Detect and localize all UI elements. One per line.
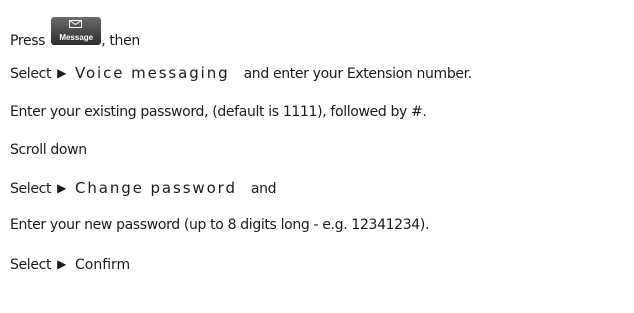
step-instruction-text: Scroll down (10, 142, 87, 158)
menu-item-change-password: Change password (74, 179, 237, 197)
menu-item-confirm: Confirm (74, 257, 131, 273)
step-instruction-text: Enter your existing password, (default i… (10, 104, 427, 120)
step-enter-existing-password: Enter your existing password, (default i… (10, 102, 427, 122)
then-text: , then (101, 33, 140, 49)
arrow-icon: ▶ (57, 181, 66, 195)
select-text: Select (10, 257, 52, 273)
step-select-confirm: Select ▶ Confirm (10, 254, 130, 275)
press-text: Press (10, 33, 46, 49)
arrow-icon: ▶ (57, 66, 66, 80)
step-select-change-password: Select ▶ Change password and (10, 178, 277, 199)
message-key-button: Message (51, 17, 102, 45)
step-press-message: Press Message , then (10, 17, 140, 51)
menu-item-voice-messaging: Voice messaging (74, 64, 230, 82)
arrow-icon: ▶ (57, 257, 66, 271)
step-select-voice-messaging: Select ▶ Voice messaging and enter your Ext… (10, 63, 472, 84)
step-scroll-down: Scroll down (10, 140, 87, 160)
envelope-icon (69, 20, 83, 28)
step-instruction-text: and (250, 181, 277, 197)
step-enter-new-password: Enter your new password (up to 8 digits … (10, 215, 429, 235)
step-instruction-text: and enter your Extension number. (243, 66, 473, 82)
instruction-document: Press Message , then Select ▶ Voice messag… (0, 0, 634, 313)
message-key-label: Message (59, 33, 94, 42)
select-text: Select (10, 66, 52, 82)
step-instruction-text: Enter your new password (up to 8 digits … (10, 217, 430, 233)
select-text: Select (10, 181, 52, 197)
